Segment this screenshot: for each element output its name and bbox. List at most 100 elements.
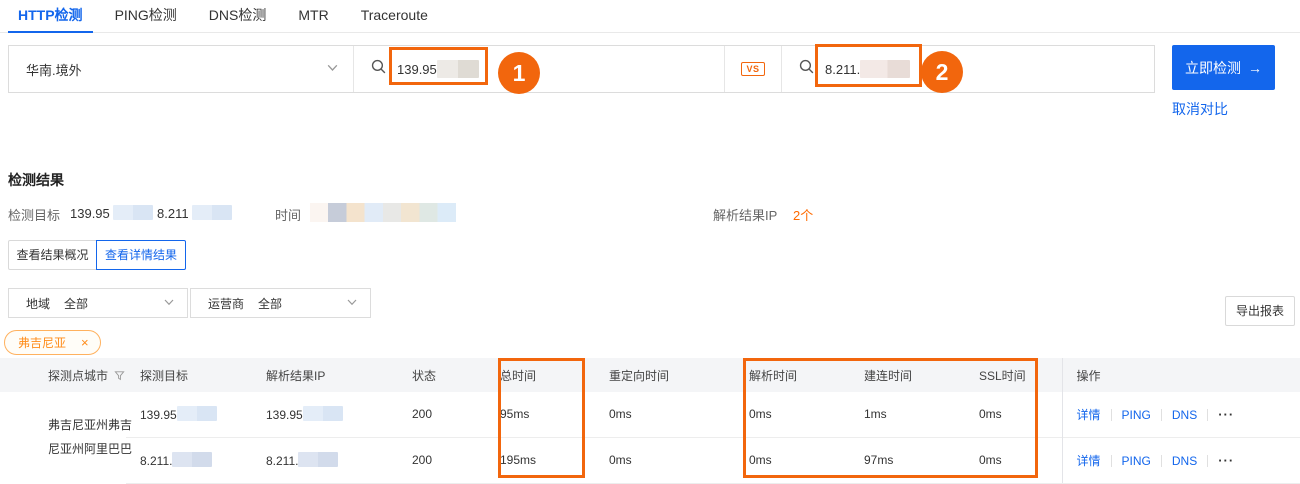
chevron-down-icon	[326, 61, 339, 77]
redacted-target-a	[113, 205, 154, 220]
time-meta-label: 时间	[275, 208, 302, 223]
col-header-target: 探测目标	[126, 358, 252, 392]
target-meta-label: 检测目标	[8, 208, 61, 223]
tab-ping[interactable]: PING检测	[105, 0, 187, 33]
region-tag-label: 弗吉尼亚	[18, 336, 67, 350]
chevron-down-icon	[346, 296, 358, 311]
actions-cell: 详情 PING DNS ···	[1061, 392, 1300, 437]
redirect-time-cell: 0ms	[595, 392, 735, 437]
more-actions-icon[interactable]: ···	[1218, 407, 1234, 422]
query-bar: 华南.境外 139.95 VS 8.211.	[8, 45, 1155, 93]
col-header-connect-time: 建连时间	[850, 358, 965, 392]
divider	[1207, 454, 1209, 467]
col-header-redirect-time: 重定向时间	[595, 358, 735, 392]
region-filter-label: 地域	[26, 296, 51, 311]
ssl-time-cell: 0ms	[965, 436, 1062, 484]
actions-cell: 详情 PING DNS ···	[1061, 436, 1300, 484]
region-filter-value: 全部	[64, 296, 89, 311]
redacted-ip	[298, 452, 339, 467]
isp-filter-value: 全部	[258, 296, 283, 311]
target-meta-value-b: 8.211	[157, 206, 189, 221]
ping-link[interactable]: PING	[1122, 454, 1151, 468]
detect-now-button[interactable]: 立即检测 →	[1172, 45, 1275, 90]
isp-filter-label: 运营商	[208, 296, 245, 311]
tab-http[interactable]: HTTP检测	[8, 0, 93, 33]
ssl-time-cell: 0ms	[965, 392, 1062, 437]
view-overview-button[interactable]: 查看结果概况	[8, 240, 97, 270]
divider	[1160, 408, 1162, 421]
dns-time-cell: 0ms	[735, 392, 850, 437]
divider	[1160, 454, 1162, 467]
col-header-ssl-time: SSL时间	[965, 358, 1062, 392]
detail-link[interactable]: 详情	[1077, 454, 1101, 468]
dns-link[interactable]: DNS	[1172, 408, 1197, 422]
close-icon[interactable]: ×	[81, 336, 89, 349]
region-select-value: 华南.境外	[26, 62, 82, 78]
http-detect-page: HTTP检测 PING检测 DNS检测 MTR Traceroute 华南.境外…	[0, 0, 1300, 484]
target-input-1-value: 139.95	[397, 61, 437, 77]
tab-traceroute[interactable]: Traceroute	[351, 0, 438, 33]
view-detail-button[interactable]: 查看详情结果	[96, 240, 186, 270]
cancel-compare-link[interactable]: 取消对比	[1172, 99, 1228, 119]
ping-link[interactable]: PING	[1122, 408, 1151, 422]
table-header-row: 探测点城市 探测目标 解析结果IP 状态 总时间 重定向时间 解析时间 建连时间…	[0, 358, 1300, 392]
probe-city-cell: 弗吉尼亚州弗吉尼亚州阿里巴巴	[0, 392, 132, 483]
more-actions-icon[interactable]: ···	[1218, 453, 1234, 468]
divider	[1110, 454, 1112, 467]
vs-cell: VS	[724, 46, 781, 92]
search-icon	[798, 58, 815, 80]
redacted-ip-2	[860, 60, 911, 78]
probe-city-label: 弗吉尼亚州弗吉尼亚州阿里巴巴	[48, 418, 133, 456]
resolved-ip-cell: 8.211.	[252, 436, 398, 484]
search-icon	[370, 58, 387, 80]
divider	[1110, 408, 1112, 421]
connect-time-cell: 1ms	[850, 392, 965, 437]
table-row: 8.211. 8.211. 200 195ms 0ms 0ms 97ms 0ms…	[0, 436, 1300, 484]
target-input-2[interactable]: 8.211.	[781, 46, 1154, 92]
resolved-ip-count: 2个	[793, 208, 814, 223]
col-header-total-time: 总时间	[480, 358, 595, 392]
arrow-right-icon: →	[1248, 59, 1262, 76]
redacted-target-b	[192, 205, 233, 220]
isp-filter-select[interactable]: 运营商 全部	[190, 288, 371, 318]
col-header-actions: 操作	[1061, 358, 1300, 392]
redacted-timestamp	[310, 203, 456, 225]
col-header-dns-time: 解析时间	[735, 358, 850, 392]
table-row: 弗吉尼亚州弗吉尼亚州阿里巴巴 139.95 139.95 200 95ms 0m…	[0, 392, 1300, 483]
tab-mtr[interactable]: MTR	[288, 0, 338, 33]
results-section-title: 检测结果	[8, 172, 64, 188]
col-header-status: 状态	[398, 358, 480, 392]
redacted-ip	[176, 406, 217, 422]
chevron-down-icon	[163, 296, 175, 311]
col-header-resolved-ip: 解析结果IP	[252, 358, 398, 392]
resolved-ip-cell: 139.95	[252, 392, 398, 437]
target-input-2-value: 8.211.	[825, 61, 861, 77]
dns-time-cell: 0ms	[735, 436, 850, 484]
redacted-ip	[172, 452, 213, 467]
results-table: 探测点城市 探测目标 解析结果IP 状态 总时间 重定向时间 解析时间 建连时间…	[0, 358, 1300, 484]
tab-bar: HTTP检测 PING检测 DNS检测 MTR Traceroute	[0, 0, 1300, 33]
region-filter-select[interactable]: 地域 全部	[8, 288, 188, 318]
region-tag: 弗吉尼亚 ×	[4, 330, 101, 355]
col-header-city: 探测点城市	[0, 358, 126, 392]
target-input-1[interactable]: 139.95	[353, 46, 724, 92]
detect-now-label: 立即检测	[1185, 59, 1241, 76]
target-meta-value-a: 139.95	[70, 206, 110, 221]
target-cell: 139.95	[126, 392, 252, 437]
status-cell: 200	[398, 392, 480, 437]
filter-funnel-icon[interactable]	[114, 370, 125, 384]
region-select[interactable]: 华南.境外	[9, 46, 353, 92]
vs-badge: VS	[741, 62, 765, 76]
divider	[1207, 408, 1209, 421]
tab-dns[interactable]: DNS检测	[199, 0, 277, 33]
target-meta-value: 139.95 8.211	[70, 205, 233, 221]
total-time-cell: 95ms	[480, 392, 595, 437]
connect-time-cell: 97ms	[850, 436, 965, 484]
redacted-ip	[302, 406, 343, 422]
detail-link[interactable]: 详情	[1077, 408, 1101, 422]
redacted-ip-1	[436, 60, 479, 78]
dns-link[interactable]: DNS	[1172, 454, 1197, 468]
status-cell: 200	[398, 436, 480, 484]
target-cell: 8.211.	[126, 436, 252, 484]
export-report-button[interactable]: 导出报表	[1225, 296, 1295, 326]
